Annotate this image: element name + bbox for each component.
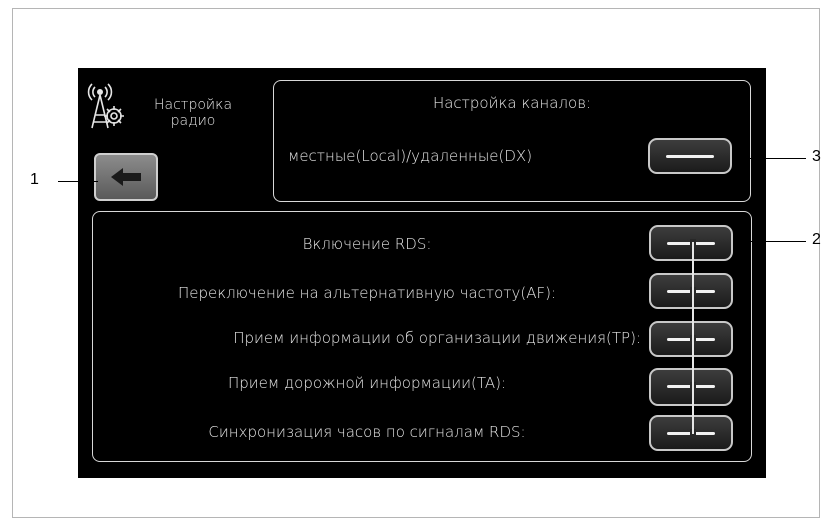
radio-settings-screen: Настройка радио Настройка каналов: местн… [78,68,766,478]
clock-sync-toggle[interactable] [649,415,733,451]
callout-number-rds: 2 [812,231,821,248]
tp-toggle[interactable] [649,321,733,357]
back-arrow-icon [111,168,141,186]
screen-title: Настройка радио [148,97,238,129]
rds-option-label: Синхронизация часов по сигналам RDS: [208,423,526,441]
rds-option-label: Прием информации об организации движения… [233,329,641,347]
title-line-2: радио [170,113,216,129]
rds-enable-toggle[interactable] [649,225,733,261]
local-dx-label: местные(Local)/удаленные(DX) [288,147,533,165]
rds-settings-panel: Включение RDS: Переключение на альтернат… [92,211,752,462]
ta-toggle[interactable] [649,368,733,406]
channel-settings-heading: Настройка каналов: [432,94,592,112]
local-dx-toggle[interactable] [648,138,732,174]
radio-settings-icon [87,83,124,129]
callout-line-back [58,181,98,182]
rds-option-label: Переключение на альтернативную частоту(A… [177,284,557,302]
callout-line-rds [736,241,806,242]
rds-option-label: Прием дорожной информации(TA): [228,374,506,392]
channel-settings-panel: Настройка каналов: местные(Local)/удален… [273,80,751,202]
af-toggle[interactable] [649,273,733,309]
callout-number-local-dx: 3 [812,148,821,165]
title-line-1: Настройка [153,97,233,113]
callout-line-local-dx [734,158,806,159]
back-button[interactable] [94,153,158,201]
rds-option-label: Включение RDS: [302,235,432,253]
rds-toggle-connector [692,242,694,434]
callout-number-back: 1 [30,171,39,188]
